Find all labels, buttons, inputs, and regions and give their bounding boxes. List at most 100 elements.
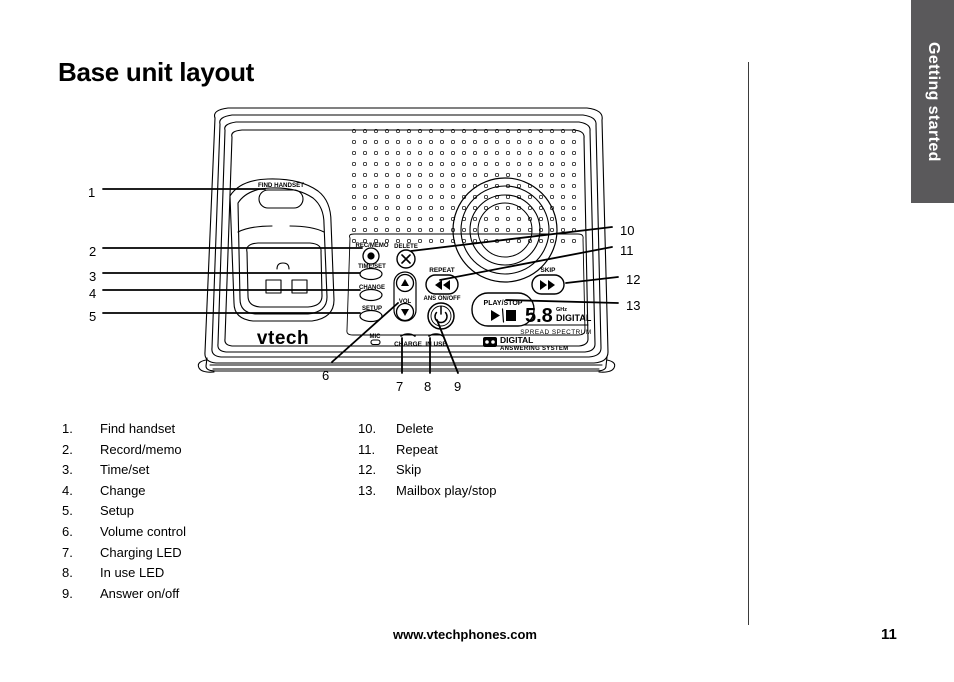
charge-led <box>400 333 416 337</box>
mic-icon <box>370 339 381 346</box>
ans-on-off-button <box>427 302 455 330</box>
callout-number-8: 8 <box>424 379 432 394</box>
legend-item: 13. Mailbox play/stop <box>358 481 496 502</box>
legend-column-1: 1. Find handset 2. Record/memo 3. Time/set 4. C… <box>62 419 186 604</box>
cradle-shoulder-left <box>237 225 273 233</box>
footer-page-number: 11 <box>881 626 897 643</box>
legend-item: 8. In use LED <box>62 563 186 584</box>
ans-on-off-label: ANS ON/OFF <box>424 296 461 302</box>
speaker-grille <box>351 128 577 244</box>
charging-contact-right <box>291 279 308 294</box>
charging-contact-left <box>265 279 282 294</box>
control-panel-outline <box>346 233 586 336</box>
legend-item-number: 6. <box>62 523 73 539</box>
callout-number-11: 11 <box>620 243 634 258</box>
ans-on-off-button-inner <box>430 305 452 327</box>
callout-number-4: 4 <box>89 286 97 301</box>
leader-10 <box>410 226 613 252</box>
delete-label: DELETE <box>394 244 418 250</box>
repeat-button <box>425 274 459 295</box>
callout-leader-lines <box>102 188 619 374</box>
device-base-foot-left <box>197 359 215 373</box>
volume-up-arrow-icon <box>401 279 409 286</box>
time-set-button <box>359 267 383 281</box>
callout-number-2: 2 <box>89 244 97 259</box>
legend-item: 7. Charging LED <box>62 543 186 564</box>
callout-number-6: 6 <box>322 368 330 383</box>
cradle-notch <box>276 262 290 270</box>
legend-item-number: 4. <box>62 482 73 498</box>
answering-system-badge-line2: ANSWERING SYSTEM <box>500 346 568 352</box>
speaker-ring-outer <box>452 177 558 283</box>
legend-item-number: 8. <box>62 565 73 581</box>
legend-item-number: 1. <box>62 421 73 436</box>
legend-item-number: 2. <box>62 441 73 457</box>
skip-button <box>531 274 565 295</box>
legend-item-number: 3. <box>62 462 73 478</box>
play-stop-icon <box>491 310 516 321</box>
legend-item-label: In use LED <box>100 565 165 581</box>
power-icon <box>434 305 448 324</box>
speaker-ring-mid <box>460 185 550 275</box>
legend-item-label: Time/set <box>100 462 150 478</box>
volume-down-arrow-icon <box>401 309 409 316</box>
skip-label: SKIP <box>541 267 557 274</box>
device-base-foot-right <box>598 359 616 373</box>
callout-number-13: 13 <box>626 298 641 313</box>
handset-cradle-well <box>246 242 323 308</box>
callout-number-10: 10 <box>620 223 635 238</box>
rewind-icon <box>435 280 450 290</box>
legend-column-2: 10. Delete 11. Repeat 12. Skip 13. Mailbox play… <box>358 419 496 501</box>
cradle-shoulder-right <box>289 225 325 233</box>
in-use-led <box>428 333 444 337</box>
legend-item: 12. Skip <box>358 460 496 481</box>
legend-item-label: Change <box>100 482 146 498</box>
legend-item: 4. Change <box>62 481 186 502</box>
legend-item-number: 7. <box>62 544 73 560</box>
speaker-ring-inner <box>469 194 541 266</box>
callout-number-1: 1 <box>88 185 96 200</box>
frequency-badge-unit: GHz <box>556 307 567 313</box>
legend-item: 3. Time/set <box>62 460 186 481</box>
mic-label: MIC <box>370 334 382 340</box>
callout-number-12: 12 <box>626 272 641 287</box>
legend-item-label: Skip <box>396 462 422 478</box>
legend-item-label: Delete <box>396 421 434 436</box>
legend-item-number: 9. <box>62 585 73 601</box>
play-stop-slash <box>501 308 505 323</box>
legend-item-number: 5. <box>62 503 73 519</box>
change-label: CHANGE <box>359 285 385 291</box>
frequency-badge-digital: DIGITAL <box>556 313 592 323</box>
page-title: Base unit layout <box>58 57 255 87</box>
rec-memo-dot <box>367 252 375 260</box>
legend-item: 10. Delete <box>358 419 496 440</box>
in-use-led-label: IN USE <box>425 341 447 348</box>
find-handset-button <box>258 189 304 209</box>
brand-wordmark: vtech <box>257 328 309 349</box>
handset-cradle-outer <box>229 178 335 322</box>
legend-item-number: 13. <box>358 482 377 498</box>
legend-item: 5. Setup <box>62 501 186 522</box>
callout-number-7: 7 <box>396 379 404 394</box>
spread-spectrum-label: SPREAD SPECTRUM <box>520 329 591 336</box>
leader-12 <box>565 276 619 284</box>
leader-13 <box>505 299 619 304</box>
charge-led-label: CHARGE <box>394 341 422 348</box>
answering-system-badge-mark <box>483 337 497 347</box>
leader-11 <box>439 246 613 281</box>
section-tab-label: Getting started <box>925 42 942 162</box>
footer-website-url: www.vtechphones.com <box>393 627 537 642</box>
delete-x-icon <box>401 254 411 264</box>
legend-item-number: 11. <box>358 441 376 457</box>
legend-item: 6. Volume control <box>62 522 186 543</box>
legend-item-number: 10. <box>358 421 377 436</box>
handset-cradle-inner <box>237 187 328 315</box>
speaker-ring-core <box>477 202 533 258</box>
legend-item-label: Setup <box>100 503 134 519</box>
change-button <box>359 288 383 302</box>
legend-item-label: Mailbox play/stop <box>396 482 497 498</box>
legend-item: 1. Find handset <box>62 419 186 440</box>
play-stop-button <box>471 292 535 327</box>
callout-number-5: 5 <box>89 309 97 324</box>
legend-item-label: Repeat <box>396 441 438 457</box>
